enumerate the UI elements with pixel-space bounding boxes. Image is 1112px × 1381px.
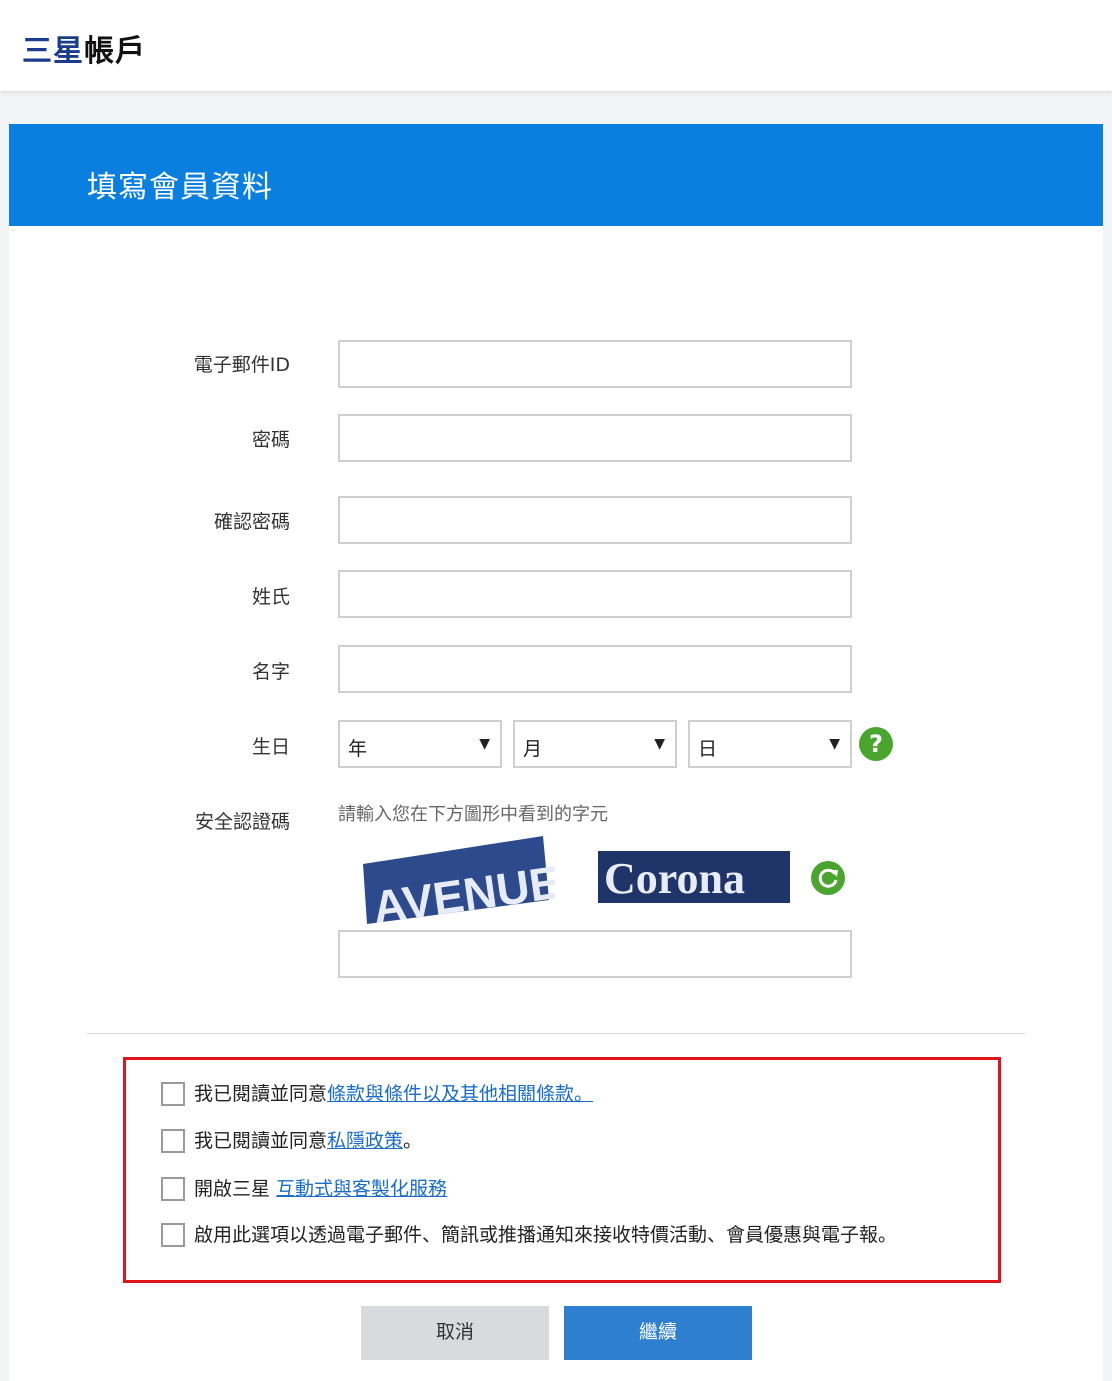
captcha-label: 安全認證碼: [194, 811, 290, 833]
marketing-optin-checkbox[interactable]: [161, 1223, 185, 1247]
last-name-field[interactable]: [338, 570, 852, 618]
birth-year-select[interactable]: 年 ▼: [338, 720, 502, 768]
birth-day-value: 日: [698, 738, 718, 760]
captcha-image-2: Corona: [598, 851, 790, 903]
marketing-optin-text: 啟用此選項以透過電子郵件、簡訊或推播通知來接收特價活動、會員優惠與電子報。: [194, 1224, 898, 1246]
samsung-account-logo[interactable]: 三星帳戶: [22, 26, 146, 70]
agree-privacy-suffix: 。: [403, 1130, 423, 1152]
cancel-button[interactable]: 取消: [361, 1306, 549, 1360]
brand-part2: 帳戶: [84, 34, 146, 69]
divider: [87, 1033, 1025, 1034]
continue-button[interactable]: 繼續: [564, 1306, 752, 1360]
email-field[interactable]: [338, 340, 852, 388]
terms-link[interactable]: 條款與條件以及其他相關條款。: [327, 1083, 593, 1105]
agree-privacy-text: 我已閱讀並同意私隱政策。: [194, 1129, 422, 1153]
birth-month-value: 月: [523, 738, 543, 760]
help-icon[interactable]: ?: [859, 727, 893, 761]
dropdown-arrow-icon: ▼: [479, 736, 490, 752]
privacy-link[interactable]: 私隱政策: [327, 1130, 403, 1152]
agree-terms-prefix: 我已閱讀並同意: [194, 1083, 328, 1105]
top-bar: 三星帳戶: [0, 0, 1112, 92]
first-name-label: 名字: [251, 661, 290, 683]
dropdown-arrow-icon: ▼: [654, 736, 665, 752]
signup-card: 填寫會員資料 電子郵件ID 密碼 確認密碼 姓氏 名字 生日 年 ▼ 月 ▼ 日…: [9, 124, 1103, 1381]
card-header: 填寫會員資料: [9, 124, 1103, 226]
interactive-service-checkbox[interactable]: [161, 1177, 185, 1201]
dropdown-arrow-icon: ▼: [829, 736, 840, 752]
captcha-input[interactable]: [338, 930, 852, 978]
captcha-image-1: AVENUE: [363, 836, 555, 926]
confirm-password-field[interactable]: [338, 496, 852, 544]
email-label: 電子郵件ID: [193, 354, 290, 376]
birth-month-select[interactable]: 月 ▼: [513, 720, 677, 768]
birth-year-value: 年: [348, 738, 368, 760]
captcha-word-2: Corona: [604, 854, 745, 903]
confirm-password-label: 確認密碼: [213, 511, 290, 533]
captcha-hint: 請輸入您在下方圖形中看到的字元: [338, 804, 608, 825]
agree-privacy-prefix: 我已閱讀並同意: [194, 1130, 328, 1152]
interactive-service-text: 開啟三星 互動式與客製化服務: [194, 1177, 447, 1201]
agree-terms-checkbox[interactable]: [161, 1082, 185, 1106]
last-name-label: 姓氏: [251, 586, 290, 608]
agree-privacy-checkbox[interactable]: [161, 1129, 185, 1153]
password-field[interactable]: [338, 414, 852, 462]
birthday-label: 生日: [251, 736, 290, 758]
brand-part1: 三星: [22, 34, 84, 69]
page-title: 填寫會員資料: [87, 170, 273, 205]
password-label: 密碼: [251, 429, 290, 451]
first-name-field[interactable]: [338, 645, 852, 693]
interactive-service-link[interactable]: 互動式與客製化服務: [276, 1178, 447, 1200]
interactive-service-prefix: 開啟三星: [194, 1178, 277, 1200]
birth-day-select[interactable]: 日 ▼: [688, 720, 852, 768]
refresh-captcha-icon[interactable]: [811, 861, 845, 895]
agree-terms-text: 我已閱讀並同意條款與條件以及其他相關條款。: [194, 1082, 593, 1106]
